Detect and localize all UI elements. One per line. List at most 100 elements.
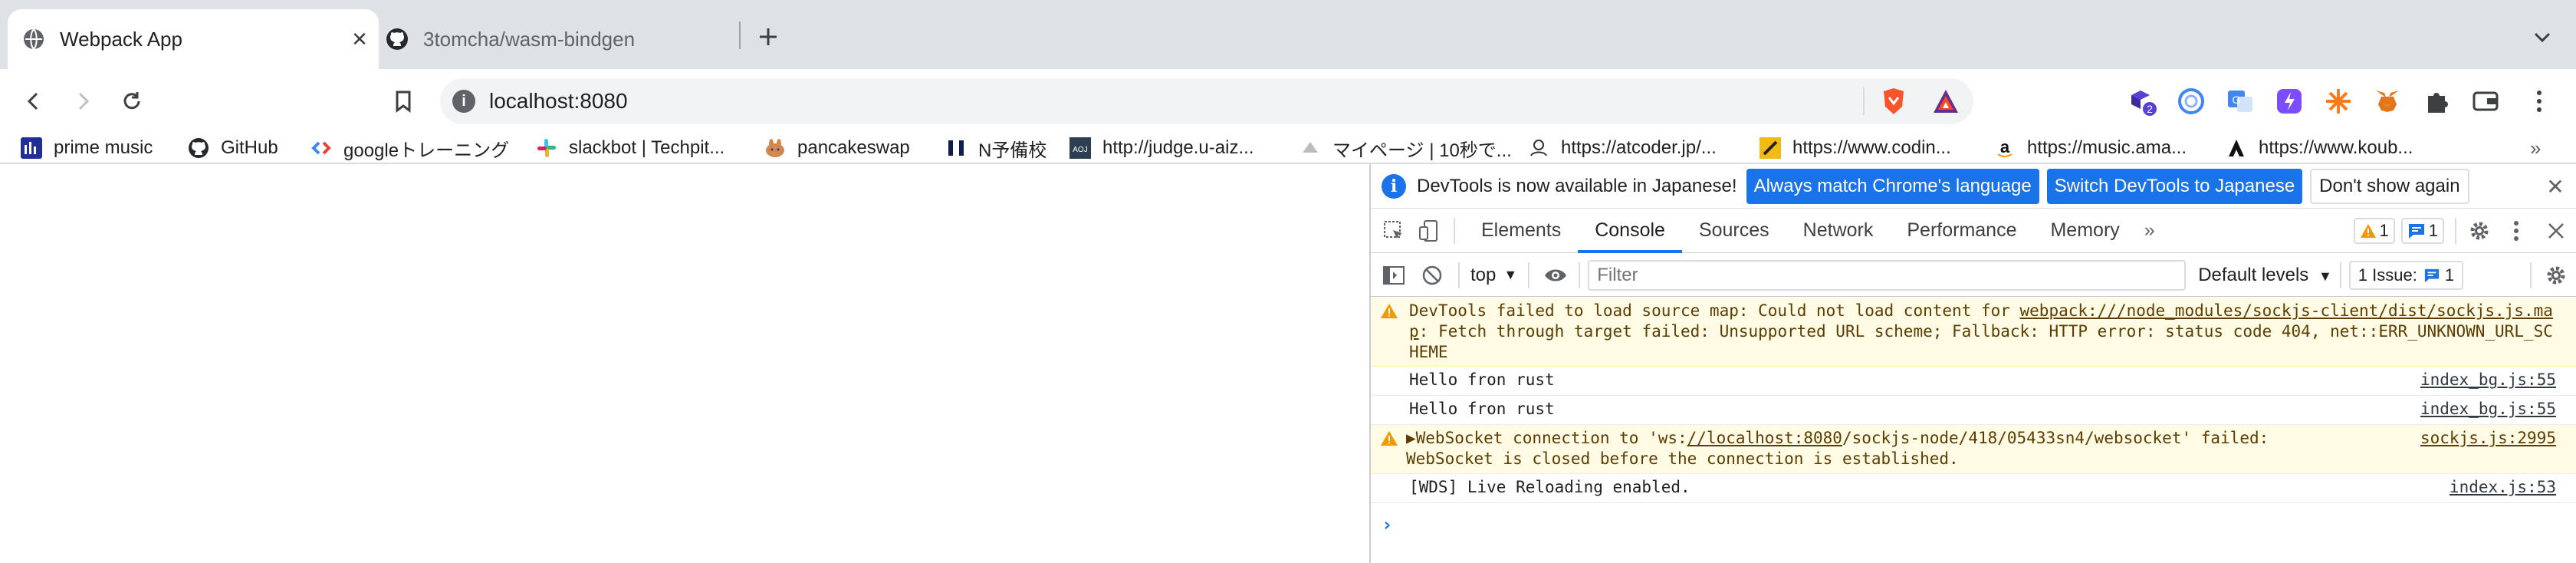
bookmark-pancakeswap[interactable]: pancakeswap [764, 133, 910, 163]
tab-elements[interactable]: Elements [1464, 209, 1578, 253]
bookmark-amazon-music[interactable]: a https://music.ama... [1993, 133, 2187, 163]
device-toolbar-icon[interactable] [1414, 216, 1444, 246]
warning-count-badge[interactable]: 1 [2353, 217, 2395, 244]
console-warning-row[interactable]: ▶WebSocket connection to 'ws://localhost… [1371, 425, 2576, 474]
bookmark-label: pancakeswap [797, 137, 910, 158]
bookmark-koub[interactable]: https://www.koub... [2225, 133, 2413, 163]
bookmark-label: https://www.koub... [2259, 137, 2413, 158]
close-devtools-icon[interactable] [2541, 216, 2571, 246]
ledger-extension-icon[interactable]: 2 [2125, 84, 2159, 118]
message-text: DevTools failed to load source map: Coul… [1409, 301, 2020, 320]
console-log-row[interactable]: Hello fron rust index_bg.js:55 [1371, 396, 2576, 425]
reload-icon[interactable] [113, 83, 150, 120]
url-text: localhost:8080 [489, 89, 628, 113]
brave-rewards-icon[interactable] [1930, 86, 1961, 117]
tab-wasm-bindgen[interactable]: 3tomcha/wasm-bindgen [379, 9, 739, 69]
tab-console[interactable]: Console [1578, 209, 1682, 253]
address-bar[interactable]: i localhost:8080 [440, 78, 1973, 124]
chevron-down-icon[interactable] [2525, 20, 2559, 54]
tab-performance[interactable]: Performance [1890, 209, 2033, 253]
bookmark-n-yobiko[interactable]: N予備校 [945, 133, 1046, 163]
toolbar-divider [1458, 262, 1460, 288]
bookmark-mypage[interactable]: マイページ | 10秒で... [1299, 133, 1512, 163]
bookmarks-overflow-button[interactable]: » [2530, 133, 2541, 163]
console-log-row[interactable]: [WDS] Live Reloading enabled. index.js:5… [1371, 474, 2576, 503]
warning-icon [1381, 431, 1398, 446]
websocket-url-link[interactable]: //localhost:8080 [1687, 429, 1842, 447]
kebab-menu-icon[interactable] [2501, 216, 2532, 246]
message-icon [2424, 268, 2439, 282]
bookmark-google-training[interactable]: googleトレーニング [310, 133, 509, 163]
bookmark-atcoder[interactable]: https://atcoder.jp/... [1527, 133, 1717, 163]
bookmark-judge-u-aizu[interactable]: AOJ http://judge.u-aiz... [1069, 133, 1254, 163]
eye-icon[interactable] [1540, 260, 1571, 291]
log-levels-dropdown[interactable]: Default levels ▼ [2198, 265, 2332, 286]
circle-extension-icon[interactable] [2174, 84, 2208, 118]
back-arrow-icon[interactable] [15, 83, 52, 120]
console-message-text: [WDS] Live Reloading enabled. [1409, 478, 1691, 496]
message-count-badge[interactable]: 1 [2400, 217, 2444, 244]
console-filter-input[interactable]: Filter [1588, 259, 2187, 291]
translate-icon[interactable]: G [2223, 84, 2257, 118]
github-icon [385, 27, 409, 51]
bookmark-github[interactable]: GitHub [187, 133, 278, 163]
page-viewport [0, 164, 1369, 563]
site-info-icon[interactable]: i [452, 90, 475, 113]
sidebar-toggle-icon[interactable] [1378, 260, 1409, 291]
bolt-extension-icon[interactable] [2272, 84, 2306, 118]
sparkle-extension-icon[interactable] [2321, 84, 2355, 118]
switch-to-japanese-button[interactable]: Switch DevTools to Japanese [2046, 168, 2303, 204]
bookmarks-bar: prime music GitHub googleトレーニング slackbot… [0, 133, 2576, 163]
tab-webpack-app[interactable]: Webpack App ✕ [8, 9, 379, 69]
close-icon[interactable]: ✕ [2542, 173, 2568, 199]
bookmark-label: https://music.ama... [2027, 137, 2187, 158]
bookmark-label: N予備校 [978, 140, 1047, 161]
inspect-element-icon[interactable] [1378, 216, 1409, 246]
toolbar-divider [1528, 262, 1530, 288]
infobar-message: DevTools is now available in Japanese! [1417, 175, 1737, 196]
source-link[interactable]: sockjs.js:2995 [2420, 428, 2556, 449]
source-link[interactable]: index_bg.js:55 [2420, 399, 2556, 420]
console-messages: DevTools failed to load source map: Coul… [1371, 298, 2576, 563]
gear-icon[interactable] [2464, 216, 2495, 246]
console-prompt-chevron-icon[interactable]: › [1382, 514, 1392, 535]
clear-console-icon[interactable] [1417, 260, 1447, 291]
source-link[interactable]: index_bg.js:55 [2420, 370, 2556, 390]
brave-shield-icon[interactable] [1878, 86, 1909, 117]
forward-arrow-icon[interactable] [64, 83, 101, 120]
toolbar-divider [2530, 262, 2532, 288]
new-tab-plus-icon[interactable] [751, 20, 785, 54]
dropdown-triangle-icon: ▼ [2318, 268, 2332, 284]
bookmark-slackbot[interactable]: slackbot | Techpit... [535, 133, 724, 163]
bookmark-prime-music[interactable]: prime music [20, 133, 153, 163]
tab-network[interactable]: Network [1786, 209, 1891, 253]
tab-sources[interactable]: Sources [1682, 209, 1786, 253]
console-log-row[interactable]: Hello fron rust index_bg.js:55 [1371, 367, 2576, 396]
kebab-menu-icon[interactable] [2522, 84, 2556, 118]
console-settings-gear-icon[interactable] [2541, 260, 2571, 291]
svg-text:a: a [2000, 137, 2010, 156]
bookmark-icon[interactable] [385, 83, 422, 120]
wallet-icon[interactable] [2469, 84, 2502, 118]
puzzle-extensions-icon[interactable] [2420, 84, 2453, 118]
console-message-text: Hello fron rust [1409, 370, 1555, 389]
bookmark-codingame[interactable]: https://www.codin... [1759, 133, 1951, 163]
tab-memory[interactable]: Memory [2033, 209, 2136, 253]
context-selector[interactable]: top ▼ [1470, 265, 1517, 286]
svg-text:AOJ: AOJ [1073, 146, 1087, 154]
tab-strip: Webpack App ✕ 3tomcha/wasm-bindgen [0, 0, 2576, 69]
tab-title: 3tomcha/wasm-bindgen [423, 27, 636, 51]
issues-button[interactable]: 1 Issue: 1 [2348, 260, 2464, 290]
match-chrome-language-button[interactable]: Always match Chrome's language [1746, 168, 2039, 204]
dont-show-again-button[interactable]: Don't show again [2310, 168, 2469, 204]
source-link[interactable]: index.js:53 [2450, 477, 2556, 498]
dropdown-triangle-icon: ▼ [1503, 267, 1518, 282]
issues-count: 1 [2444, 265, 2455, 285]
close-icon[interactable]: ✕ [347, 26, 373, 52]
bookmark-label: https://atcoder.jp/... [1561, 137, 1717, 158]
metamask-fox-icon[interactable] [2371, 84, 2404, 118]
toolbar-divider [1579, 262, 1581, 288]
more-tabs-button[interactable]: » [2137, 209, 2163, 253]
console-warning-row[interactable]: DevTools failed to load source map: Coul… [1371, 298, 2576, 367]
message-count: 1 [2428, 220, 2438, 240]
